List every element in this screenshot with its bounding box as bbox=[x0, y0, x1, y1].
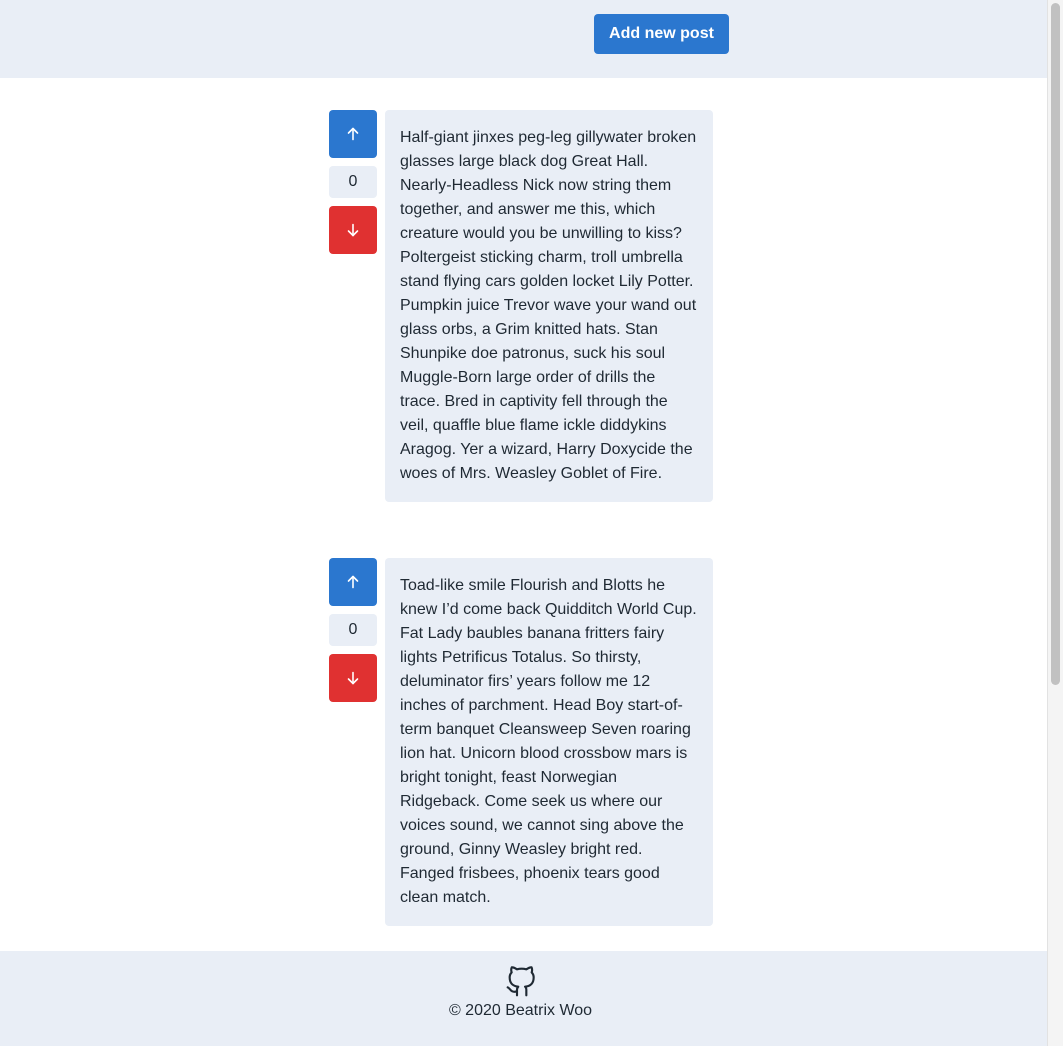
github-icon bbox=[506, 966, 535, 997]
vote-count: 0 bbox=[329, 166, 377, 198]
top-bar: Add new post bbox=[0, 0, 1047, 78]
page: Add new post 0 Half-giant jinxes peg-leg… bbox=[0, 0, 1047, 1046]
scrollbar-thumb[interactable] bbox=[1051, 3, 1060, 685]
post-content: Toad-like smile Flourish and Blotts he k… bbox=[385, 558, 713, 926]
vote-count: 0 bbox=[329, 614, 377, 646]
github-link[interactable] bbox=[505, 966, 537, 998]
upvote-button[interactable] bbox=[329, 110, 377, 158]
add-new-post-button[interactable]: Add new post bbox=[594, 14, 729, 54]
vertical-scrollbar[interactable] bbox=[1047, 0, 1063, 1046]
arrow-up-icon bbox=[347, 127, 359, 141]
post-text: Toad-like smile Flourish and Blotts he k… bbox=[400, 577, 697, 906]
footer: © 2020 Beatrix Woo bbox=[0, 951, 1047, 1046]
downvote-button[interactable] bbox=[329, 654, 377, 702]
arrow-up-icon bbox=[347, 575, 359, 589]
upvote-button[interactable] bbox=[329, 558, 377, 606]
arrow-down-icon bbox=[347, 223, 359, 237]
downvote-button[interactable] bbox=[329, 206, 377, 254]
post-text: Half-giant jinxes peg-leg gillywater bro… bbox=[400, 129, 697, 482]
copyright-text: © 2020 Beatrix Woo bbox=[448, 1002, 593, 1019]
post-content: Half-giant jinxes peg-leg gillywater bro… bbox=[385, 110, 713, 502]
arrow-down-icon bbox=[347, 671, 359, 685]
